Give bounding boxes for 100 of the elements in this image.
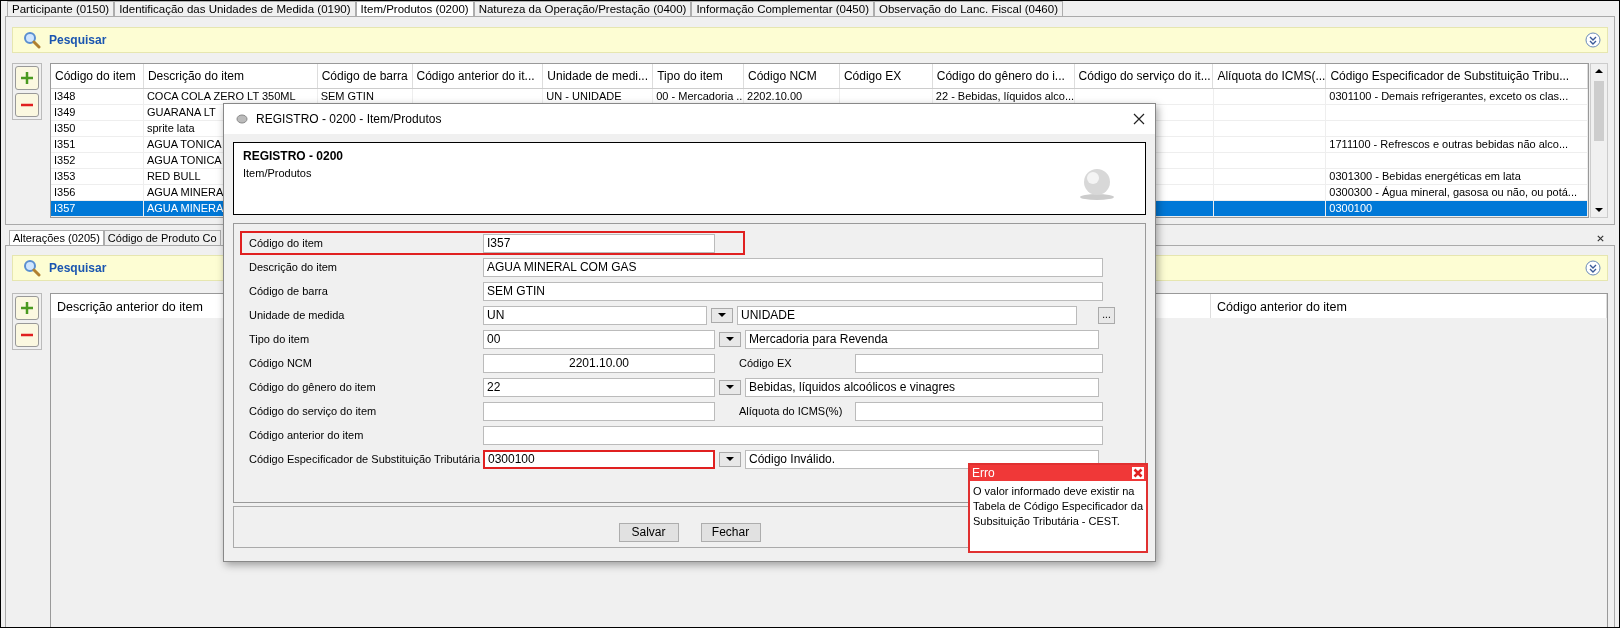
table-cell: AGUA TONICA	[146, 138, 222, 150]
input-field[interactable]: SEM GTIN	[483, 281, 1103, 301]
app-icon	[236, 113, 248, 125]
tab[interactable]: Item/Produtos (0200)	[355, 1, 474, 16]
scrollbar[interactable]	[1590, 63, 1608, 218]
input-field[interactable]: UN	[483, 305, 707, 325]
close-icon[interactable]	[1133, 113, 1145, 125]
input-field[interactable]	[855, 353, 1103, 373]
column-header[interactable]: Código anterior do it...	[412, 64, 544, 88]
browse-button[interactable]: ...	[1098, 306, 1115, 324]
field-label: Alíquota do ICMS(%)	[738, 405, 844, 417]
table-cell: 22 - Bebidas, líquidos alco...	[935, 90, 1074, 102]
field-label: Código do serviço do item	[249, 405, 378, 417]
table-cell: UN - UNIDADE	[546, 90, 622, 102]
table-cell: 0301100 - Demais refrigerantes, exceto os clas...	[1329, 90, 1569, 102]
table-cell: I357	[54, 202, 76, 214]
column-header[interactable]: Código anterior do item	[1211, 294, 1607, 318]
table-cell: 00 - Mercadoria ...	[656, 90, 744, 102]
search-icon	[23, 31, 41, 49]
scroll-thumb[interactable]	[1594, 80, 1604, 141]
dialog-button[interactable]: Fechar	[700, 522, 761, 542]
plus-icon	[19, 300, 35, 316]
input-field[interactable]: 00	[483, 329, 715, 349]
tab[interactable]: Participante (0150)	[7, 1, 115, 16]
close-icon[interactable]	[1596, 233, 1605, 243]
table-cell: 1711100 - Refrescos e outras bebidas não alco...	[1329, 138, 1569, 150]
dropdown-button[interactable]	[711, 307, 733, 323]
table-cell: I351	[54, 138, 76, 150]
tab[interactable]: Alterações (0205)	[9, 230, 104, 245]
tab[interactable]: Informação Complementar (0450)	[691, 1, 874, 16]
column-header[interactable]: Código Especificador de Substituição Tribu...	[1326, 64, 1588, 88]
column-header[interactable]: Código do gênero do i...	[932, 64, 1075, 88]
input-field[interactable]	[483, 401, 715, 421]
column-header[interactable]: Código do serviço do it...	[1074, 64, 1214, 88]
table-cell: 2202.10.00	[747, 90, 803, 102]
plus-icon	[19, 70, 35, 86]
input-field[interactable]: AGUA MINERAL COM GAS	[483, 257, 1103, 277]
collapse-icon[interactable]	[1585, 32, 1601, 48]
description-field[interactable]: UNIDADE	[737, 305, 1077, 325]
column-header[interactable]: Código EX	[839, 64, 933, 88]
table-cell: I348	[54, 90, 76, 102]
search-icon	[23, 259, 41, 277]
column-header[interactable]: Descrição do item	[143, 64, 318, 88]
field-label: Código de barra	[249, 285, 329, 297]
field-label: Código Especificador de Substituição Tributária	[249, 453, 482, 465]
tab[interactable]: Código de Produto Co	[103, 230, 221, 245]
table-cell: sprite lata	[146, 122, 195, 134]
remove-button[interactable]	[15, 93, 39, 117]
table-cell: 0300100	[1329, 202, 1373, 214]
search-title: Pesquisar	[49, 261, 107, 275]
table-cell: SEM GTIN	[320, 90, 374, 102]
tab[interactable]: Natureza da Operação/Prestação (0400)	[473, 1, 692, 16]
column-header[interactable]: Código do item	[51, 64, 144, 88]
field-label: Código do gênero do item	[249, 381, 377, 393]
column-header[interactable]: Unidade de medi...	[543, 64, 654, 88]
field-label: Código do item	[249, 237, 324, 249]
dialog-button[interactable]: Salvar	[618, 522, 679, 542]
input-field[interactable]: 22	[483, 377, 715, 397]
table-cell: I349	[54, 106, 76, 118]
input-field[interactable]: 0300100	[483, 449, 715, 469]
table-cell: I356	[54, 186, 76, 198]
column-header[interactable]: Alíquota do ICMS(...	[1213, 64, 1327, 88]
input-field[interactable]: 2201.10.00	[483, 353, 715, 373]
window-title: REGISTRO - 0200 - Item/Produtos	[256, 112, 442, 126]
field-label: Unidade de medida	[249, 309, 346, 321]
dropdown-button[interactable]	[719, 331, 741, 347]
dropdown-button[interactable]	[719, 379, 741, 395]
collapse-icon[interactable]	[1585, 260, 1601, 276]
tab[interactable]: Identificação das Unidades de Medida (0190)	[114, 1, 356, 16]
error-message: O valor informado deve existir na Tabela de Código Especificador da Subsituição Tributária - CEST.	[973, 484, 1144, 529]
field-label: Descrição do item	[249, 261, 339, 273]
column-header[interactable]: Código de barra	[317, 64, 413, 88]
dropdown-button[interactable]	[719, 451, 741, 467]
table-cell: AGUA MINERA	[146, 186, 224, 198]
table-cell: 0300300 - Água mineral, gasosa ou não, ou potá...	[1329, 186, 1578, 198]
table-cell: GUARANA LT	[146, 106, 216, 118]
table-cell: I350	[54, 122, 76, 134]
tab[interactable]: Observação do Lanc. Fiscal (0460)	[874, 1, 1063, 16]
table-cell: AGUA MINERA	[146, 202, 224, 214]
add-button[interactable]	[15, 296, 39, 320]
caret-icon	[725, 336, 735, 342]
column-header[interactable]: Código NCM	[744, 64, 840, 88]
search-title: Pesquisar	[49, 33, 107, 47]
caret-icon	[717, 312, 727, 318]
description-field[interactable]: Mercadoria para Revenda	[745, 329, 1099, 349]
column-header[interactable]: Tipo do item	[653, 64, 745, 88]
input-field[interactable]	[855, 401, 1103, 421]
input-field[interactable]: I357	[483, 233, 715, 253]
table-cell: RED BULL	[146, 170, 201, 182]
field-label: Código NCM	[249, 357, 313, 369]
remove-button[interactable]	[15, 323, 39, 347]
add-button[interactable]	[15, 66, 39, 90]
table-cell: I352	[54, 154, 76, 166]
input-field[interactable]	[483, 425, 1103, 445]
table-cell: COCA COLA ZERO LT 350ML	[146, 90, 296, 102]
description-field[interactable]: Bebidas, líquidos alcoólicos e vinagres	[745, 377, 1099, 397]
header-title: REGISTRO - 0200	[243, 149, 344, 163]
sphere-icon	[1077, 167, 1117, 201]
header-subtitle: Item/Produtos	[243, 167, 312, 179]
caret-icon	[725, 456, 735, 462]
